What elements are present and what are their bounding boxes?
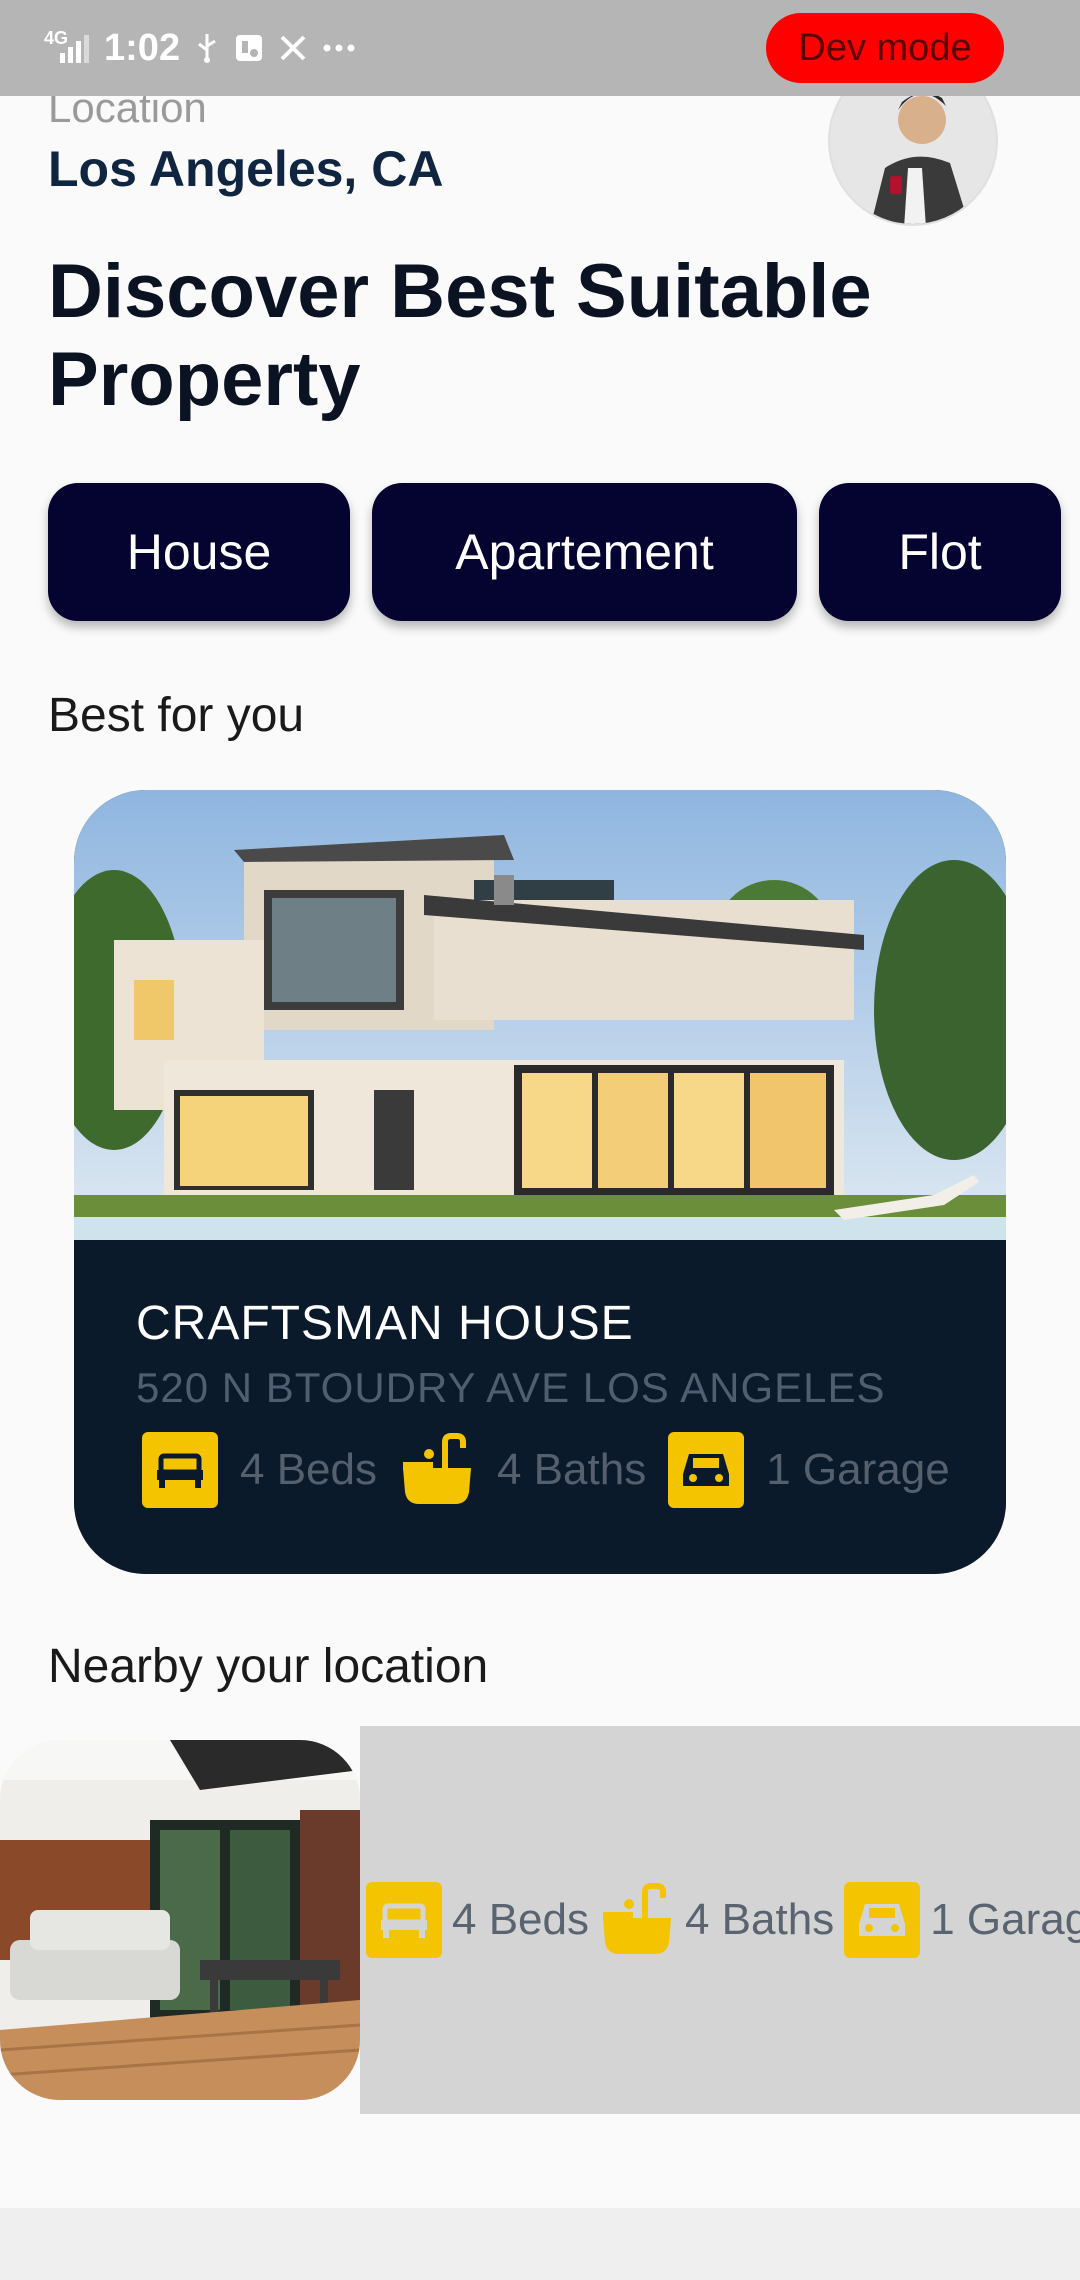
best-for-you-heading: Best for you (48, 689, 305, 742)
bottom-strip (0, 2208, 1080, 2280)
beds-label: 4 Beds (452, 1895, 589, 1944)
featured-house-image (74, 790, 1006, 1240)
property-title: CRAFTSMAN HOUSE (136, 1297, 634, 1350)
more-icon (322, 43, 356, 53)
dev-mode-badge[interactable]: Dev mode (766, 13, 1004, 83)
featured-property-details: CRAFTSMAN HOUSE 520 N BTOUDRY AVE LOS AN… (74, 1240, 1006, 1574)
baths-label: 4 Baths (684, 1895, 835, 1944)
nearby-heading: Nearby your location (48, 1640, 489, 1693)
garage-label: 1 Garage (766, 1445, 950, 1494)
featured-property-card[interactable]: CRAFTSMAN HOUSE 520 N BTOUDRY AVE LOS AN… (74, 790, 1006, 1574)
nearby-features: 4 Beds 4 Baths 1 Garage (366, 1882, 1080, 1958)
usb-icon (194, 32, 220, 64)
car-icon (668, 1432, 745, 1508)
nearby-property-image[interactable] (0, 1740, 360, 2100)
network-type: 4G (44, 28, 69, 48)
signal-icon: 4G (44, 29, 90, 63)
page-title: Discover Best Suitable Property (48, 249, 872, 422)
property-address: 520 N BTOUDRY AVE LOS ANGELES (136, 1364, 886, 1411)
location-value[interactable]: Los Angeles, CA (48, 140, 443, 198)
category-pills: House Apartement Flot (48, 483, 1061, 621)
nearby-property-details[interactable]: 4 Beds 4 Baths 1 Garage (360, 1726, 1080, 2114)
beds-label: 4 Beds (240, 1445, 377, 1494)
category-house-button[interactable]: House (48, 483, 350, 621)
car-icon (844, 1882, 921, 1958)
status-bar: 4G 1:02 Dev mode (0, 0, 1080, 96)
garage-label: 1 Garage (930, 1895, 1080, 1944)
category-flot-button[interactable]: Flot (819, 483, 1061, 621)
status-icons: 4G 1:02 (44, 27, 356, 70)
category-apartment-button[interactable]: Apartement (372, 483, 797, 621)
tools-icon (278, 33, 308, 63)
storage-icon (234, 33, 264, 63)
property-features: 4 Beds 4 Baths 1 Garage (142, 1432, 972, 1508)
baths-label: 4 Baths (496, 1445, 647, 1494)
bed-icon (142, 1432, 218, 1508)
status-time: 1:02 (104, 26, 181, 69)
bathtub-icon (599, 1882, 675, 1958)
bed-icon (366, 1882, 442, 1958)
bathtub-icon (399, 1432, 475, 1508)
